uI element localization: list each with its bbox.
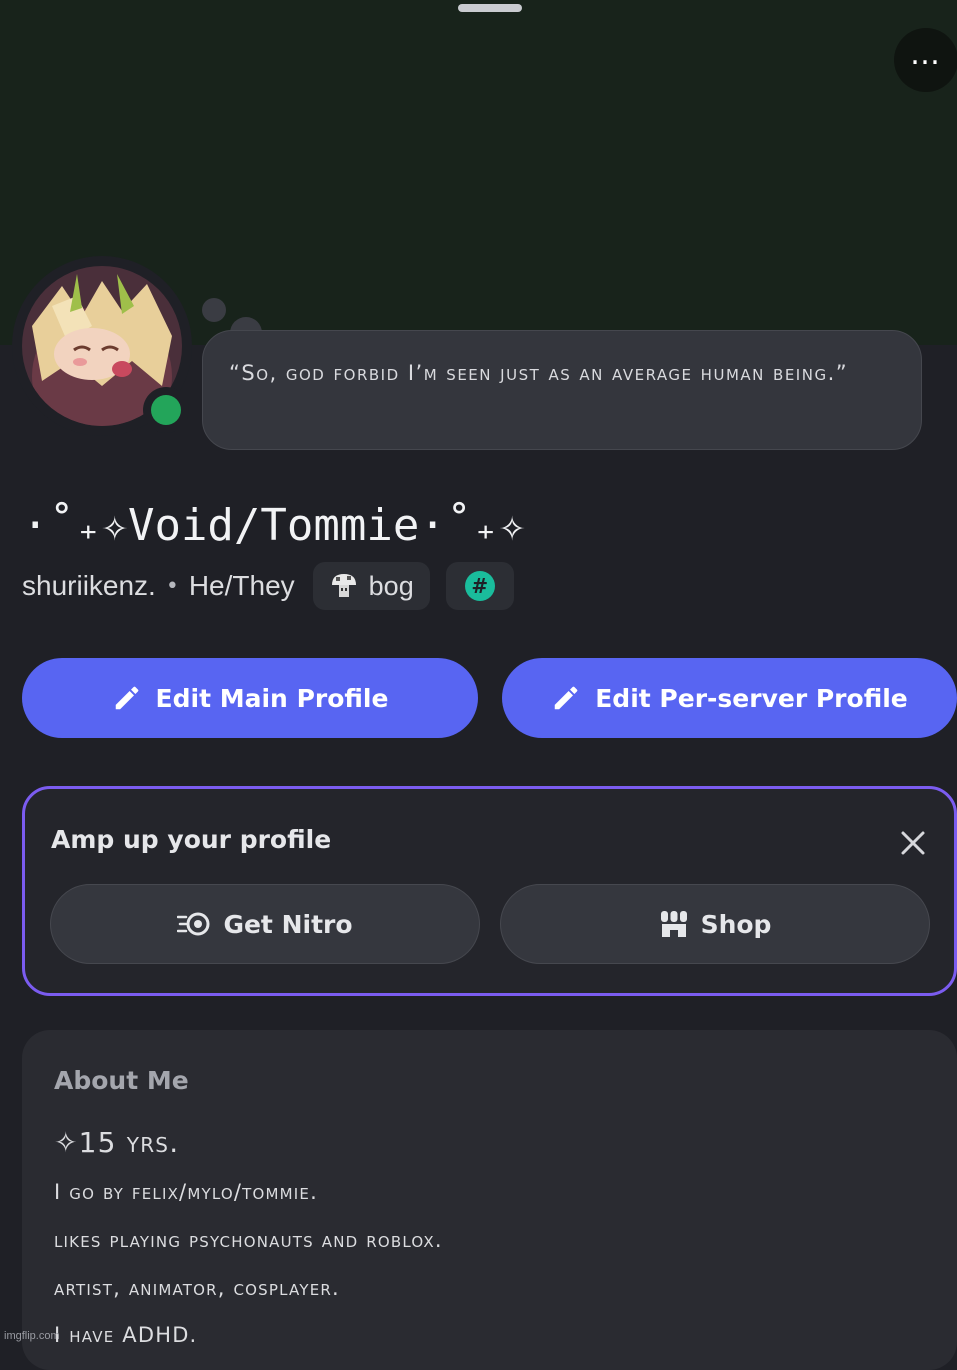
shop-label: Shop <box>700 909 772 939</box>
display-name: ·˚₊✧Void/Tommie·˚₊✧ <box>22 500 526 551</box>
online-status-indicator <box>143 387 189 433</box>
close-icon <box>901 831 925 855</box>
more-options-button[interactable]: … <box>894 28 957 92</box>
edit-per-server-profile-label: Edit Per-server Profile <box>595 683 908 713</box>
badge-chip[interactable]: # <box>445 562 514 610</box>
hashtag-badge-icon: # <box>464 571 495 601</box>
thought-bubble-dot <box>202 298 226 322</box>
custom-status-bubble[interactable]: “So, god forbid I’m seen just as an aver… <box>202 330 922 450</box>
profile-subtitle-row: shuriikenz. • He/They bog # <box>22 562 514 610</box>
pencil-icon <box>115 686 138 710</box>
about-me-card: About Me ✧15 yrs. I go by felix/mylo/tom… <box>22 1030 957 1370</box>
more-options-icon: … <box>910 37 942 72</box>
about-line: likes playing psychonauts and roblox. <box>54 1228 443 1252</box>
edit-main-profile-button[interactable]: Edit Main Profile <box>22 658 478 738</box>
watermark: imgflip.com <box>4 1330 60 1342</box>
shop-button[interactable]: Shop <box>500 884 930 964</box>
nitro-icon <box>177 912 210 936</box>
separator: • <box>165 573 179 599</box>
about-me-title: About Me <box>54 1066 189 1095</box>
about-line: I have ADHD. <box>54 1323 198 1347</box>
edit-main-profile-label: Edit Main Profile <box>155 683 389 713</box>
amp-card-title: Amp up your profile <box>51 825 332 854</box>
custom-status-text: “So, god forbid I’m seen just as an aver… <box>229 361 849 385</box>
server-tag-chip[interactable]: bog <box>312 562 430 610</box>
pencil-icon <box>554 686 578 710</box>
username: shuriikenz. <box>22 570 156 601</box>
mushroom-icon <box>331 574 356 597</box>
drag-handle[interactable] <box>458 4 522 12</box>
amp-up-profile-card: Amp up your profile Get Nitro Shop <box>22 786 957 996</box>
close-button[interactable] <box>895 825 931 861</box>
edit-per-server-profile-button[interactable]: Edit Per-server Profile <box>502 658 957 738</box>
server-tag-label: bog <box>368 570 414 601</box>
shop-icon <box>660 911 687 937</box>
pronouns: He/They <box>188 570 295 601</box>
about-line: I go by felix/mylo/tommie. <box>54 1180 318 1204</box>
about-line: artist, animator, cosplayer. <box>54 1276 340 1300</box>
about-line: ✧15 yrs. <box>54 1126 180 1159</box>
get-nitro-label: Get Nitro <box>223 909 353 939</box>
get-nitro-button[interactable]: Get Nitro <box>50 884 480 964</box>
